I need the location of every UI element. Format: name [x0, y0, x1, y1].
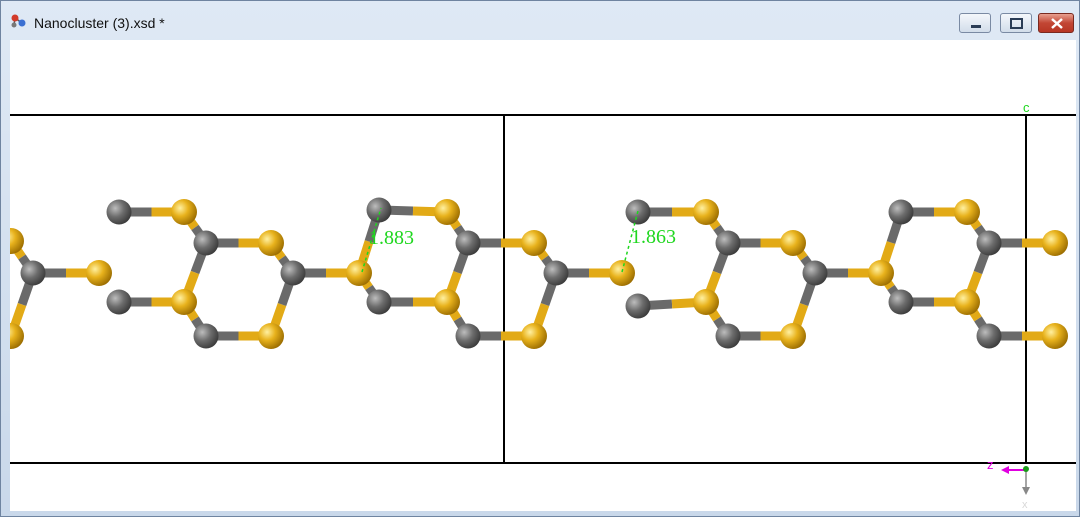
yellow-atom[interactable]	[693, 199, 719, 225]
gray-atom[interactable]	[193, 230, 219, 256]
gray-atom[interactable]	[20, 260, 46, 286]
yellow-atom[interactable]	[1042, 230, 1068, 256]
gray-atom[interactable]	[888, 199, 914, 225]
yellow-atom[interactable]	[521, 323, 547, 349]
yellow-atom[interactable]	[521, 230, 547, 256]
yellow-atom[interactable]	[346, 260, 372, 286]
close-button[interactable]	[1038, 13, 1074, 33]
distance-label-2: 1.863	[631, 226, 676, 248]
gray-atom[interactable]	[366, 289, 392, 315]
gray-atom[interactable]	[280, 260, 306, 286]
distance-label-1: 1.883	[369, 227, 414, 249]
unit-cell-lines	[10, 114, 1076, 464]
gray-atom[interactable]	[543, 260, 569, 286]
title-bar[interactable]: Nanocluster (3).xsd *	[1, 1, 1079, 39]
maximize-button[interactable]	[1000, 13, 1032, 33]
gray-atom[interactable]	[888, 289, 914, 315]
yellow-atom[interactable]	[609, 260, 635, 286]
yellow-atom[interactable]	[171, 289, 197, 315]
yellow-atom[interactable]	[258, 323, 284, 349]
yellow-atom[interactable]	[954, 199, 980, 225]
atoms[interactable]	[10, 197, 1068, 350]
structure-viewport[interactable]: 1.883 1.863 c z x	[10, 40, 1076, 511]
bonds	[10, 205, 1055, 341]
yellow-atom[interactable]	[434, 199, 460, 225]
application-window: Nanocluster (3).xsd * 1.883 1.863 c z x	[0, 0, 1080, 517]
window-title: Nanocluster (3).xsd *	[34, 15, 165, 31]
gray-atom[interactable]	[106, 289, 132, 315]
gray-atom[interactable]	[455, 230, 481, 256]
gray-atom[interactable]	[106, 199, 132, 225]
yellow-atom[interactable]	[1042, 323, 1068, 349]
axis-label-z: z	[987, 457, 994, 472]
yellow-atom[interactable]	[780, 323, 806, 349]
gray-atom[interactable]	[455, 323, 481, 349]
gray-atom[interactable]	[193, 323, 219, 349]
yellow-atom[interactable]	[86, 260, 112, 286]
minimize-button[interactable]	[959, 13, 991, 33]
yellow-atom[interactable]	[780, 230, 806, 256]
gray-atom[interactable]	[715, 230, 741, 256]
axis-label-x: x	[1022, 499, 1028, 511]
gray-atom[interactable]	[625, 293, 651, 319]
gray-atom[interactable]	[976, 230, 1002, 256]
yellow-atom[interactable]	[10, 323, 24, 349]
yellow-atom[interactable]	[434, 289, 460, 315]
molecule-app-icon	[10, 13, 28, 29]
gray-atom[interactable]	[802, 260, 828, 286]
gray-atom[interactable]	[976, 323, 1002, 349]
gray-atom[interactable]	[366, 197, 392, 223]
axis-label-c: c	[1023, 100, 1030, 115]
axis-triad: c z x	[987, 100, 1030, 511]
yellow-atom[interactable]	[171, 199, 197, 225]
yellow-atom[interactable]	[954, 289, 980, 315]
yellow-atom[interactable]	[868, 260, 894, 286]
yellow-atom[interactable]	[693, 289, 719, 315]
gray-atom[interactable]	[715, 323, 741, 349]
yellow-atom[interactable]	[258, 230, 284, 256]
